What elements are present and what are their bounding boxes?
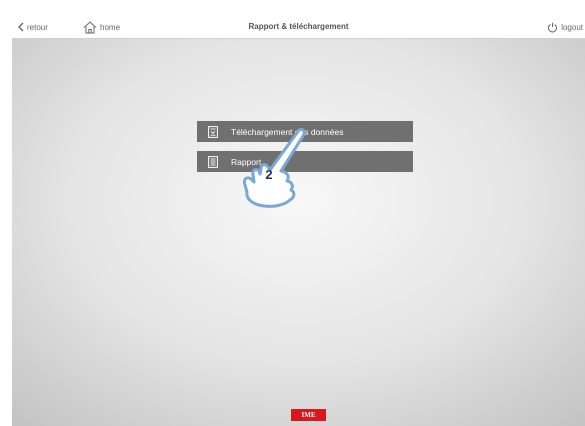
menu-item-report[interactable]: Rapport [197,151,413,172]
tutorial-step-number: 2 [265,167,273,182]
report-document-icon [208,155,218,168]
page-title: Rapport & téléchargement [248,22,349,31]
top-bar: retour home Rapport & téléchargement log… [12,15,585,39]
power-icon [548,22,558,32]
download-document-icon [208,125,218,138]
menu-item-label: Rapport [231,156,262,167]
logout-button[interactable]: logout [547,15,583,39]
app-screen: retour home Rapport & téléchargement log… [12,15,585,426]
menu-item-download-data[interactable]: Téléchargement des données [197,121,413,142]
menu-item-label: Téléchargement des données [231,126,344,137]
ime-logo: IME [291,409,326,421]
logout-label: logout [561,22,583,32]
